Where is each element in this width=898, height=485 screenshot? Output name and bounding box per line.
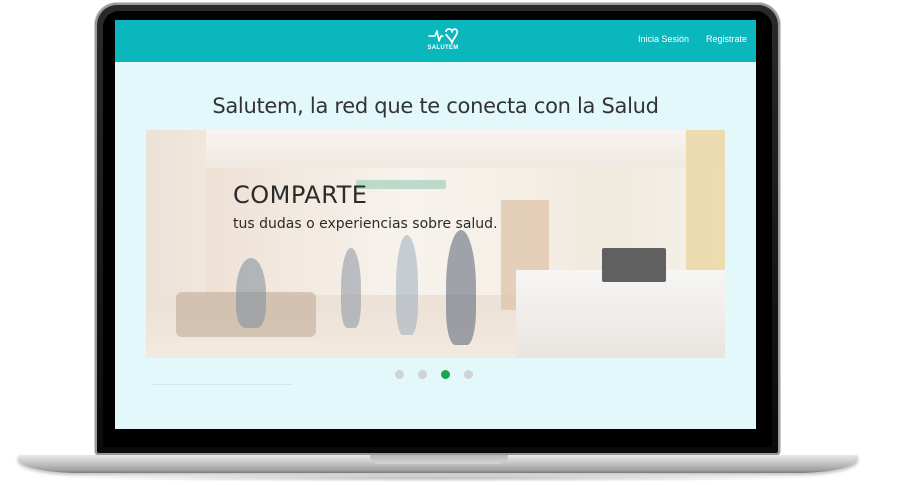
slide-title: COMPARTE xyxy=(233,181,368,209)
carousel-indicators xyxy=(395,370,473,379)
carousel-dot-3[interactable] xyxy=(441,370,450,379)
laptop-screen: SALUTEM Inicia Sesión Registrate Salutem… xyxy=(115,20,756,429)
register-link[interactable]: Registrate xyxy=(706,34,747,44)
slide-photo-veil xyxy=(146,130,725,358)
heartbeat-heart-icon xyxy=(428,28,458,44)
laptop-notch xyxy=(370,455,508,464)
slide-caption: tus dudas o experiencias sobre salud. xyxy=(233,216,498,232)
navbar: SALUTEM Inicia Sesión Registrate xyxy=(115,20,756,62)
divider xyxy=(151,384,293,385)
nav-links: Inicia Sesión Registrate xyxy=(638,34,747,44)
carousel-dot-4[interactable] xyxy=(464,370,473,379)
carousel-slide[interactable]: COMPARTE tus dudas o experiencias sobre … xyxy=(146,130,725,358)
brand-logo[interactable]: SALUTEM xyxy=(426,26,460,56)
carousel-dot-1[interactable] xyxy=(395,370,404,379)
login-link[interactable]: Inicia Sesión xyxy=(638,34,689,44)
page-headline: Salutem, la red que te conecta con la Sa… xyxy=(212,94,659,118)
carousel-dot-2[interactable] xyxy=(418,370,427,379)
brand-logo-text: SALUTEM xyxy=(427,45,459,51)
laptop-shadow xyxy=(60,474,820,482)
